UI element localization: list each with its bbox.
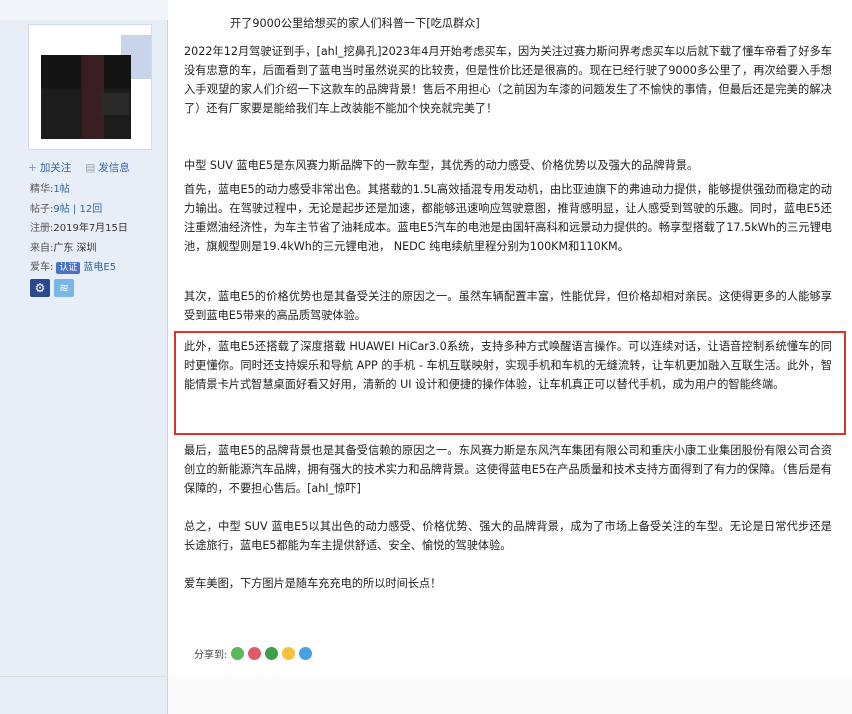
post-paragraph-2: 中型 SUV 蓝电E5是东风赛力斯品牌下的一款车型，其优秀的动力感受、价格优势以… xyxy=(184,159,699,172)
stat-essence: 精华:1帖 xyxy=(30,184,70,195)
post-paragraph-6: 最后，蓝电E5的品牌背景也是其备受信赖的原因之一。东风赛力斯是东风汽车集团有限公… xyxy=(184,444,832,495)
qzone-icon[interactable] xyxy=(282,647,296,660)
weibo-icon[interactable] xyxy=(248,647,262,660)
post-paragraph-4: 其次，蓝电E5的价格优势也是其备受关注的原因之一。虽然车辆配置丰富，性能优异，但… xyxy=(184,290,832,322)
avatar-frame xyxy=(28,24,152,150)
verified-badge: 认证 xyxy=(56,262,81,274)
share-bar: 分享到: xyxy=(194,646,313,661)
wechat-icon[interactable] xyxy=(231,647,245,660)
share-label: 分享到: xyxy=(194,650,228,661)
plus-icon: + xyxy=(28,162,37,174)
post-paragraph-5: 此外，蓝电E5还搭载了深度搭载 HUAWEI HiCar3.0系统，支持多种方式… xyxy=(184,340,832,391)
user-medals: ⚙ ≋ xyxy=(30,279,74,297)
qq-icon[interactable] xyxy=(299,647,313,660)
stat-registered: 注册:2019年7月15日 xyxy=(30,223,128,234)
wifi-medal-icon[interactable]: ≋ xyxy=(54,279,74,297)
user-sidebar: + 加关注 ▤ 发信息 精华:1帖 帖子:9帖 | 12回 注册:2019年7月15… xyxy=(0,0,168,714)
user-actions: + 加关注 ▤ 发信息 xyxy=(28,160,130,175)
post-paragraph-7: 总之，中型 SUV 蓝电E5以其出色的动力感受、价格优势、强大的品牌背景，成为了… xyxy=(184,520,832,552)
post-paragraph-8: 爱车美图，下方图片是随车充充电的所以时间长点！ xyxy=(184,577,442,590)
sidebar-top-strip xyxy=(0,0,168,20)
forum-post-page: + 加关注 ▤ 发信息 精华:1帖 帖子:9帖 | 12回 注册:2019年7月15… xyxy=(0,0,852,714)
moments-icon[interactable] xyxy=(265,647,279,660)
message-icon: ▤ xyxy=(85,162,96,174)
post-footer-bar xyxy=(168,676,852,714)
stat-car: 爱车: 认证 蓝电E5 xyxy=(30,262,117,274)
post-content: 开了9000公里给想买的家人们科普一下[吃瓜群众] 2022年12月驾驶证到手，… xyxy=(174,0,846,714)
gear-medal-icon[interactable]: ⚙ xyxy=(30,279,50,297)
message-button[interactable]: ▤ 发信息 xyxy=(85,160,129,175)
stat-posts: 帖子:9帖 | 12回 xyxy=(30,203,103,215)
user-info: 精华:1帖 帖子:9帖 | 12回 注册:2019年7月15日 来自:广东 深圳… xyxy=(30,180,128,278)
post-title: 开了9000公里给想买的家人们科普一下[吃瓜群众] xyxy=(230,17,480,30)
car-model-link[interactable]: 蓝电E5 xyxy=(83,262,116,273)
avatar[interactable] xyxy=(41,55,131,139)
stat-location: 来自:广东 深圳 xyxy=(30,242,97,254)
post-paragraph-1: 2022年12月驾驶证到手，[ahl_挖鼻孔]2023年4月开始考虑买车，因为关… xyxy=(184,45,832,115)
post-paragraph-3: 首先，蓝电E5的动力感受非常出色。其搭载的1.5L高效插混专用发动机，由比亚迪旗… xyxy=(184,183,832,253)
follow-button[interactable]: + 加关注 xyxy=(28,160,71,175)
